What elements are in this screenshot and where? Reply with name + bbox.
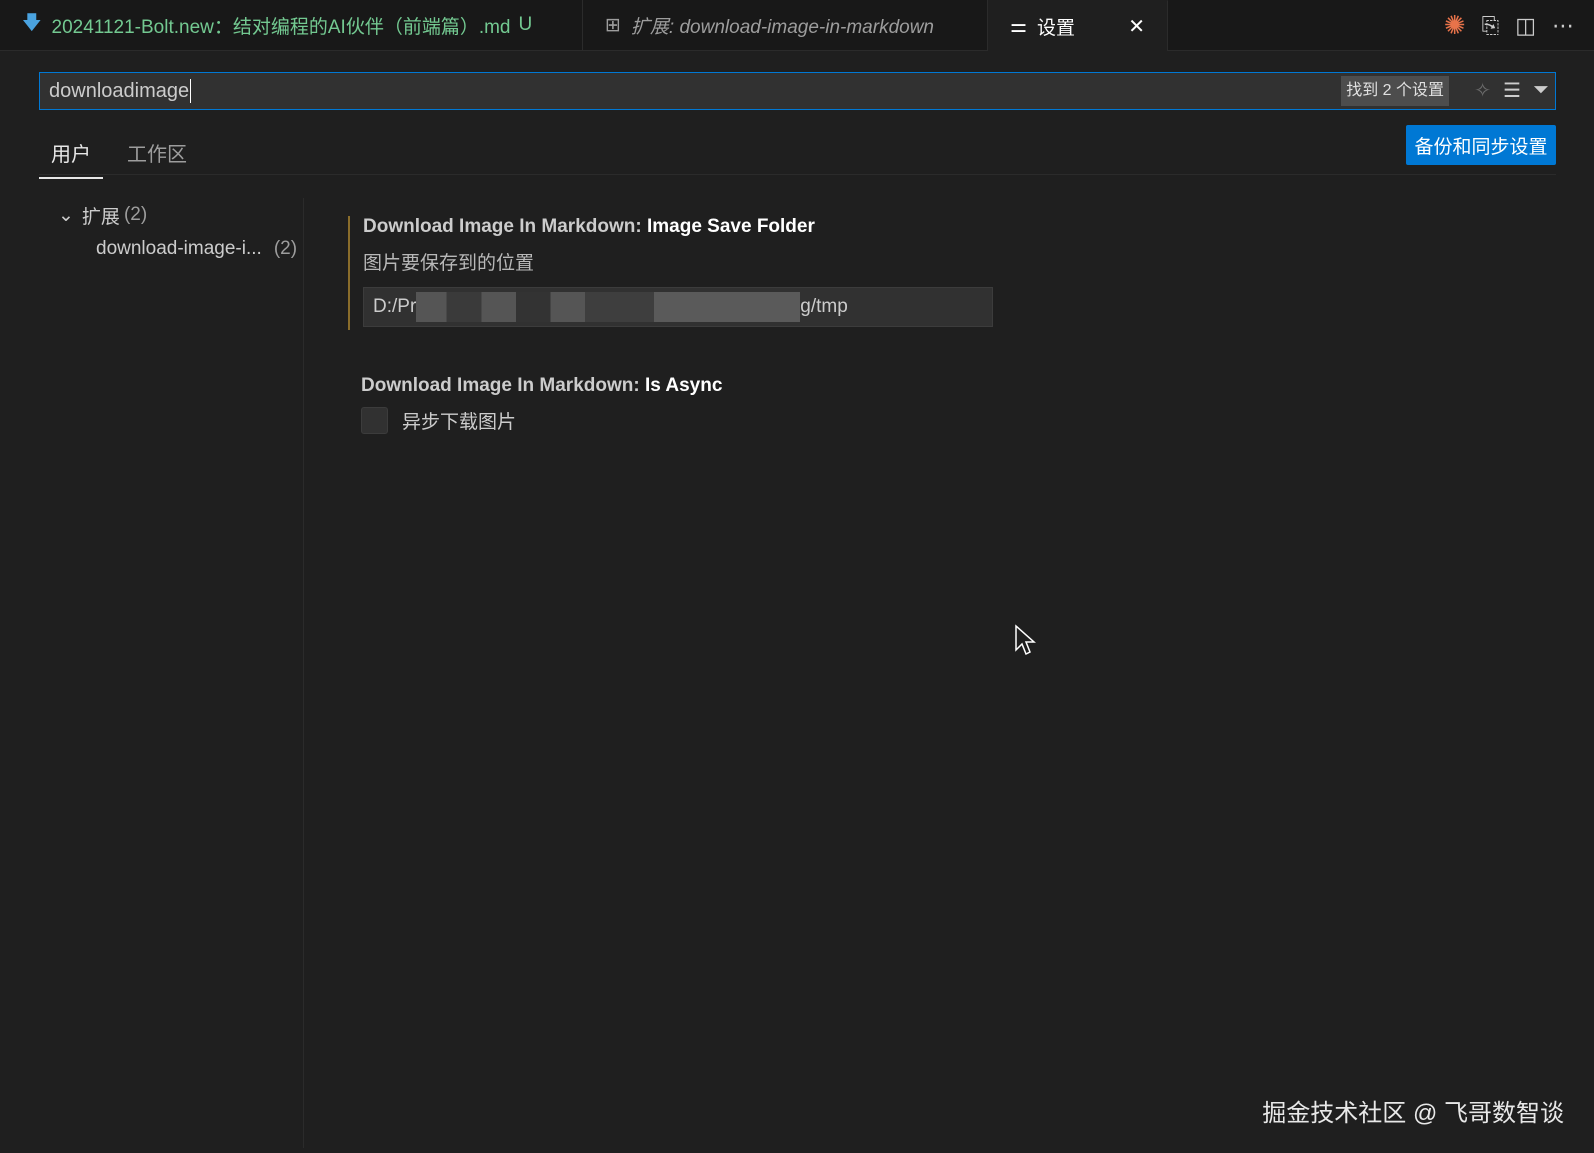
extension-preview-icon: ⊞ [605, 14, 621, 36]
tab-settings[interactable]: ⚌ 设置 ✕ [988, 0, 1168, 51]
scope-tabs: 用户 工作区 [39, 130, 199, 179]
settings-sliders-icon: ⚌ [1010, 15, 1028, 37]
is-async-checkbox[interactable] [361, 407, 388, 434]
more-actions-icon[interactable]: ⋯ [1552, 13, 1574, 39]
setting-title: Download Image In Markdown: Image Save F… [363, 216, 815, 237]
tab-workspace[interactable]: 工作区 [115, 130, 199, 179]
setting-title: Download Image In Markdown: Is Async [361, 375, 723, 396]
toc-group-extensions[interactable]: ⌄ 扩展 (2) [0, 198, 303, 232]
path-end: g/tmp [800, 296, 848, 317]
settings-toc: ⌄ 扩展 (2) download-image-i... (2) [0, 198, 304, 1148]
toc-item-count: (2) [273, 238, 298, 259]
ai-search-sparkle-icon[interactable]: ✧ [1474, 78, 1491, 103]
checkbox-label: 异步下载图片 [402, 412, 517, 433]
divider [39, 174, 1556, 175]
watermark: 掘金技术社区 @ 飞哥数智谈 [1262, 1100, 1564, 1127]
chevron-down-icon: ⌄ [58, 204, 74, 226]
search-value: downloadimage [49, 79, 190, 102]
split-editor-icon[interactable]: ◫ [1515, 13, 1536, 39]
filter-icon[interactable]: ⏷ [1533, 78, 1549, 103]
setting-is-async: Download Image In Markdown: Is Async 异步下… [348, 375, 1048, 434]
backup-sync-button[interactable]: 备份和同步设置 [1406, 125, 1556, 165]
mouse-cursor-icon [1015, 624, 1036, 656]
close-icon[interactable]: ✕ [1128, 14, 1145, 39]
setting-image-save-folder: Download Image In Markdown: Image Save F… [348, 216, 1048, 330]
toc-item-download-image[interactable]: download-image-i... (2) [0, 232, 303, 266]
setting-description: 图片要保存到的位置 [363, 253, 535, 274]
toc-group-count: (2) [123, 204, 148, 225]
toc-group-label: 扩展 [81, 206, 120, 228]
tab-user[interactable]: 用户 [39, 130, 103, 179]
result-count-badge: 找到 2 个设置 [1341, 76, 1449, 106]
editor-tab-bar: 🡇 20241121-Bolt.new：结对编程的AI伙伴（前端篇）.md U … [0, 0, 1594, 51]
open-file-icon[interactable]: ⎘ [1482, 13, 1500, 39]
copilot-spark-icon[interactable]: ✺ [1444, 10, 1466, 41]
tab-extension[interactable]: ⊞ 扩展: download-image-in-markdown [583, 0, 988, 50]
redacted-path [416, 292, 801, 322]
clear-filter-icon[interactable]: ☰ [1503, 78, 1521, 103]
tab-label: 20241121-Bolt.new：结对编程的AI伙伴（前端篇）.md [51, 16, 511, 38]
download-arrow-icon: 🡇 [22, 13, 42, 34]
tab-markdown-file[interactable]: 🡇 20241121-Bolt.new：结对编程的AI伙伴（前端篇）.md U [0, 0, 583, 50]
tab-label: 扩展: download-image-in-markdown [630, 16, 934, 38]
tab-label: 设置 [1037, 17, 1076, 39]
settings-search-input[interactable]: downloadimage 找到 2 个设置 ✧ ☰ ⏷ [39, 72, 1556, 110]
toc-item-label: download-image-i... [96, 238, 262, 259]
image-save-folder-input[interactable]: D:/Pr g/tmp [363, 287, 993, 327]
path-start: D:/Pr [373, 296, 417, 317]
untracked-badge: U [518, 14, 533, 35]
